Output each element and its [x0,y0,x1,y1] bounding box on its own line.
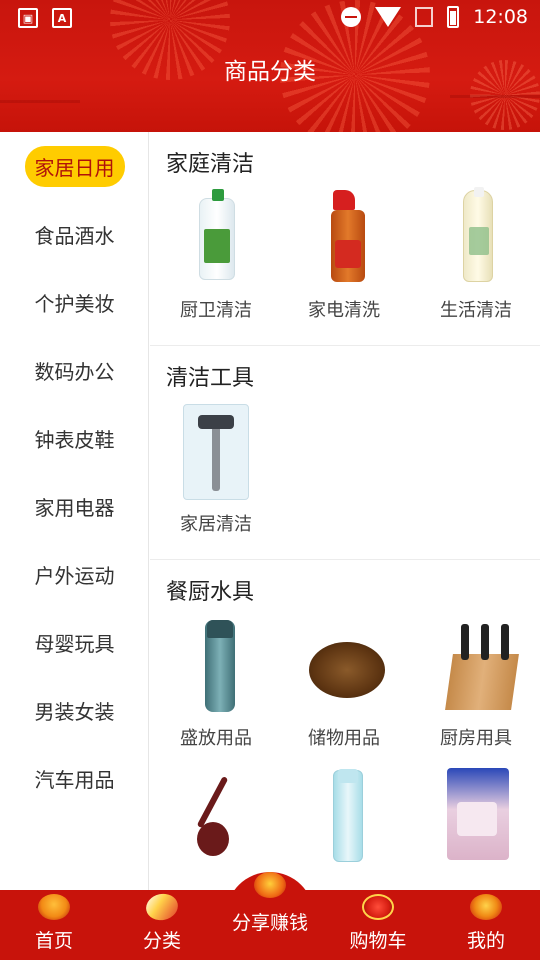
status-bar: ▣ A 12:08 [0,0,540,36]
profile-icon [470,894,502,920]
spray-bottle-image [299,188,389,288]
knife-block-image [431,616,521,716]
status-time: 12:08 [473,6,528,28]
sidebar-item-auto[interactable]: 汽车用品 [0,758,149,798]
wooden-spoon-image [171,766,261,866]
category-sidebar: 家居日用 食品酒水 个护美妆 数码办公 钟表皮鞋 家用电器 户外运动 母婴玩具 … [0,132,149,890]
product-label: 厨卫清洁 [180,300,252,321]
do-not-disturb-icon [341,7,362,27]
product-storage[interactable]: 储物用品 [278,616,410,750]
tab-share-earn[interactable]: 分享赚钱 [216,868,324,938]
roof-decoration [0,100,80,132]
section-title-cleaning-tools: 清洁工具 [166,366,255,391]
tab-label: 我的 [466,930,505,952]
product-label: 家居清洁 [180,514,252,535]
sidebar-item-food-drink[interactable]: 食品酒水 [0,214,149,254]
sidebar-item-personal-care[interactable]: 个护美妆 [0,282,149,322]
sidebar-item-label: 家用电器 [34,495,115,520]
water-bottle-image [299,766,389,866]
snack-bag-image [431,766,521,866]
sidebar-item-baby-toys[interactable]: 母婴玩具 [0,622,149,662]
sidebar-item-outdoor-sports[interactable]: 户外运动 [0,554,149,594]
sidebar-item-clothing[interactable]: 男装女装 [0,690,149,730]
product-life-cleaning[interactable]: 生活清洁 [410,187,540,322]
category-icon [143,890,181,924]
wifi-icon [375,7,402,27]
section-title-kitchenware: 餐厨水具 [166,580,255,605]
tab-cart[interactable]: 购物车 [324,890,432,960]
tab-profile[interactable]: 我的 [432,890,540,960]
product-kitchen-tools[interactable]: 厨房用具 [410,616,540,750]
cleanser-bottle-image [431,187,521,288]
tab-label: 分类 [142,930,181,952]
font-icon: A [52,8,72,28]
share-earn-icon [254,872,286,898]
sidebar-item-label: 钟表皮鞋 [34,427,115,452]
section-title-home-cleaning: 家庭清洁 [166,152,255,177]
wooden-bowl-image [299,616,389,716]
product-water-bottle[interactable] [278,766,410,866]
product-kitchen-bath-cleaning[interactable]: 厨卫清洁 [150,188,282,322]
sidebar-item-label: 食品酒水 [34,223,115,248]
product-spoon[interactable] [150,766,282,866]
section-divider [150,559,540,560]
tab-label: 分享赚钱 [231,912,308,934]
product-serving[interactable]: 盛放用品 [150,616,282,750]
page-title: 商品分类 [224,59,316,85]
sidebar-item-digital-office[interactable]: 数码办公 [0,350,149,390]
product-label: 家电清洗 [308,300,380,321]
tab-label: 购物车 [349,930,407,952]
header-banner: ▣ A 12:08 商品分类 [0,0,540,132]
product-label: 厨房用具 [440,728,512,749]
product-label: 盛放用品 [180,728,252,749]
tab-home[interactable]: 首页 [0,890,108,960]
sidebar-item-label: 户外运动 [34,563,115,588]
battery-charging-icon [447,6,460,28]
product-label: 储物用品 [308,728,380,749]
sidebar-item-home-daily[interactable]: 家居日用 [0,145,149,187]
section-divider [150,345,540,346]
cart-icon [362,894,394,920]
sidebar-item-label: 家居日用 [24,145,125,187]
thermos-image [171,616,261,716]
product-snack-bag[interactable] [410,766,540,866]
roof-decoration [450,95,540,132]
image-icon: ▣ [18,8,38,28]
product-appliance-cleaning[interactable]: 家电清洗 [278,188,410,322]
no-sim-icon [415,7,434,27]
sidebar-item-label: 母婴玩具 [34,631,115,656]
mop-package-image [171,402,261,502]
tab-label: 首页 [34,930,73,952]
sidebar-item-label: 男装女装 [34,699,115,724]
sidebar-item-label: 个护美妆 [34,291,115,316]
sidebar-item-label: 数码办公 [34,359,115,384]
product-home-cleaning[interactable]: 家居清洁 [150,402,282,536]
home-lantern-icon [38,894,70,920]
product-label: 生活清洁 [440,300,512,321]
sidebar-item-label: 汽车用品 [34,767,115,792]
sidebar-item-watches-shoes[interactable]: 钟表皮鞋 [0,418,149,458]
category-content: 家庭清洁 厨卫清洁 家电清洗 生活清洁 清洁工具 家居清洁 餐厨水具 盛放用品 … [150,132,540,890]
detergent-bottle-image [171,188,261,288]
tab-category[interactable]: 分类 [108,890,216,960]
sidebar-item-appliances[interactable]: 家用电器 [0,486,149,526]
